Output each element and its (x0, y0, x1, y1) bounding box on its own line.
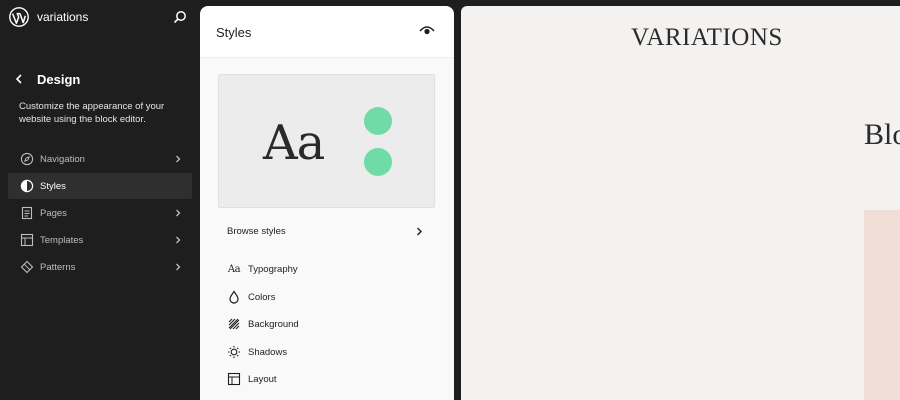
back-chevron-icon[interactable] (12, 72, 26, 86)
layout-icon (227, 372, 241, 386)
editor-canvas[interactable]: VARIATIONS Blo (461, 6, 900, 400)
styles-item-shadows[interactable]: Shadows (218, 339, 435, 367)
sidebar-item-label: Navigation (40, 154, 85, 165)
styles-item-typography[interactable]: Aa Typography (218, 256, 435, 284)
color-swatch (364, 107, 392, 135)
background-icon (228, 318, 240, 330)
sidebar-item-label: Templates (40, 235, 84, 246)
chevron-right-icon (176, 263, 181, 271)
styles-menu: Aa Typography Colors Background Shadows … (218, 256, 435, 394)
search-icon[interactable] (172, 9, 188, 25)
wordpress-logo-icon[interactable] (9, 7, 29, 27)
canvas-image-block[interactable] (864, 210, 900, 400)
sidebar-item-label: Patterns (40, 262, 76, 273)
sidebar-item-pages[interactable]: Pages (8, 200, 192, 226)
droplet-icon (229, 289, 239, 304)
typography-sample: Aa (263, 115, 325, 171)
design-sidebar: variations Design Customize the appearan… (0, 0, 200, 400)
style-preview-card[interactable]: Aa (218, 74, 435, 208)
diamond-icon (20, 260, 34, 274)
sidebar-item-label: Pages (40, 208, 67, 219)
styles-item-label: Colors (248, 291, 276, 303)
section-title: Design (37, 72, 81, 87)
canvas-site-title[interactable]: VARIATIONS (631, 24, 783, 52)
section-description: Customize the appearance of your website… (19, 101, 165, 125)
chevron-right-icon (176, 209, 181, 217)
design-nav: Navigation Styles Pages Templates Patter… (8, 146, 192, 281)
color-swatch (364, 148, 392, 176)
panel-title: Styles (216, 25, 252, 40)
browse-styles-label: Browse styles (227, 226, 286, 237)
half-circle-icon (20, 179, 34, 193)
page-icon (21, 206, 33, 220)
shadow-icon (228, 345, 240, 358)
compass-icon (20, 152, 34, 166)
styles-item-label: Layout (248, 374, 277, 385)
chevron-right-icon (417, 227, 422, 236)
styles-panel-header: Styles (200, 6, 454, 58)
browse-styles-button[interactable]: Browse styles (218, 218, 435, 244)
canvas-heading[interactable]: Blo (864, 118, 900, 152)
sidebar-item-templates[interactable]: Templates (8, 227, 192, 253)
styles-item-label: Typography (248, 264, 298, 275)
sidebar-item-label: Styles (40, 181, 66, 192)
styles-panel-body: Aa Browse styles Aa Typography Colors Ba… (200, 58, 454, 400)
site-topbar: variations (0, 0, 200, 34)
sidebar-item-patterns[interactable]: Patterns (8, 254, 192, 280)
sidebar-item-styles[interactable]: Styles (8, 173, 192, 199)
layout-icon (20, 233, 34, 247)
site-title[interactable]: variations (37, 10, 88, 24)
styles-item-label: Background (248, 319, 299, 330)
styles-item-colors[interactable]: Colors (218, 284, 435, 312)
styles-panel: Styles Aa Browse styles Aa Typography Co… (200, 6, 454, 400)
sidebar-item-navigation[interactable]: Navigation (8, 146, 192, 172)
styles-item-background[interactable]: Background (218, 311, 435, 339)
aa-icon: Aa (227, 263, 241, 275)
chevron-right-icon (176, 155, 181, 163)
chevron-right-icon (176, 236, 181, 244)
styles-item-layout[interactable]: Layout (218, 366, 435, 394)
styles-item-label: Shadows (248, 346, 288, 358)
eye-icon[interactable] (419, 25, 435, 37)
